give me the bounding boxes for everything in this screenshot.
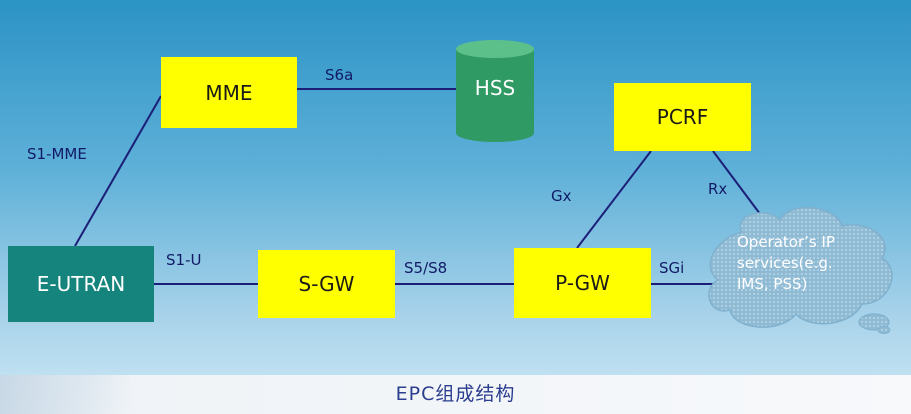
hss-label: HSS [474, 76, 516, 100]
interface-s5-s8-label: S5/S8 [404, 259, 448, 277]
epc-diagram-page: MME HSS PCRF E-UTRAN S-GW P-GW Operator’… [0, 0, 911, 414]
interface-s6a-label: S6a [325, 66, 354, 84]
operator-services-label: Operator’s IP services(e.g. IMS, PSS) [737, 232, 887, 295]
interface-gx-label: Gx [551, 187, 572, 205]
operator-services-line-1: Operator’s IP [737, 233, 835, 251]
pcrf-node: PCRF [614, 83, 751, 151]
interface-sgi-label: SGi [659, 259, 685, 277]
operator-services-line-3: IMS, PSS) [737, 275, 808, 293]
mme-node: MME [161, 57, 297, 128]
interface-rx-label: Rx [708, 180, 728, 198]
interface-s1-mme-label: S1-MME [27, 145, 87, 163]
diagram-caption: EPC组成结构 [395, 383, 516, 405]
pgw-node: P-GW [514, 248, 651, 318]
interface-s1-u-label: S1-U [166, 251, 202, 269]
diagram-canvas: MME HSS PCRF E-UTRAN S-GW P-GW Operator’… [0, 0, 911, 375]
link-pgw-pcrf [576, 150, 652, 249]
operator-services-line-2: services(e.g. [737, 254, 833, 272]
caption-bar: EPC组成结构 [0, 375, 911, 414]
link-mme-eutran [74, 95, 162, 247]
eutran-node: E-UTRAN [8, 246, 154, 322]
sgw-node: S-GW [258, 250, 395, 318]
